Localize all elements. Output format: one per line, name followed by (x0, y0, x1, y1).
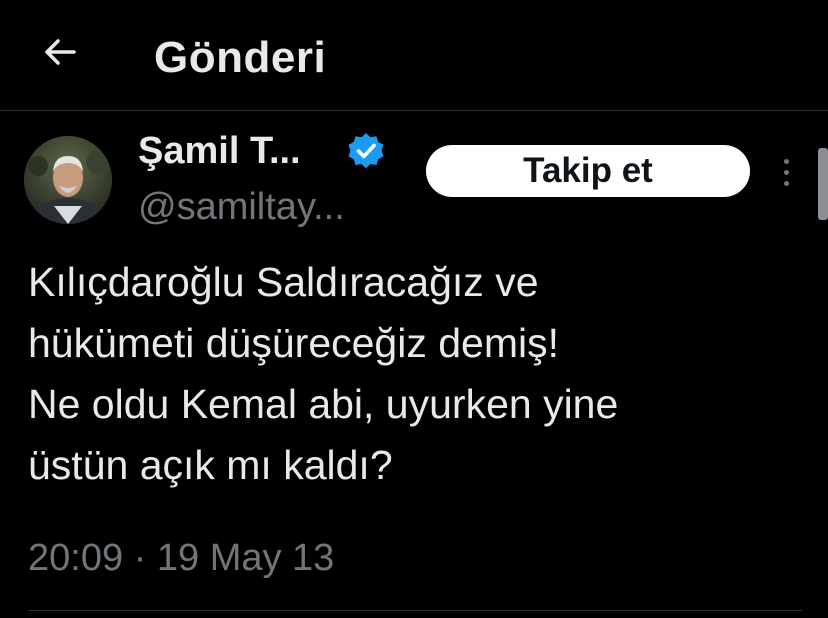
post-text: Kılıçdaroğlu Saldıracağız ve hükümeti dü… (28, 252, 808, 496)
avatar[interactable] (24, 136, 112, 224)
page-title: Gönderi (154, 33, 327, 82)
dot-2 (783, 169, 789, 175)
post-text-line: Ne oldu Kemal abi, uyurken yine (28, 381, 619, 427)
user-avatar-image (24, 136, 112, 224)
back-button[interactable] (36, 28, 84, 76)
divider (28, 610, 802, 611)
dot-1 (783, 158, 789, 164)
author-display-name[interactable]: Şamil T... (138, 124, 301, 178)
top-bar: Gönderi (0, 0, 828, 111)
post-text-line: Kılıçdaroğlu Saldıracağız ve (28, 259, 539, 305)
post-timestamp[interactable]: 20:09 · 19 May 13 (28, 530, 334, 586)
verified-badge-icon (348, 133, 384, 169)
post-text-line: hükümeti düşüreceğiz demiş! (28, 320, 559, 366)
dot-3 (783, 180, 789, 186)
more-options-icon[interactable] (770, 148, 802, 196)
author-handle[interactable]: @samiltay... (138, 180, 345, 234)
scrollbar[interactable] (818, 148, 828, 220)
follow-button[interactable]: Takip et (426, 145, 750, 197)
post-text-line: üstün açık mı kaldı? (28, 442, 393, 488)
arrow-left-icon (45, 39, 76, 65)
